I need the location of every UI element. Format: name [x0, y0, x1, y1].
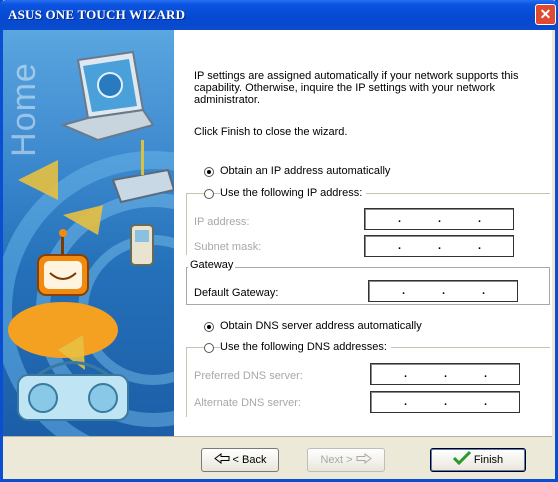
next-arrow-icon — [356, 453, 372, 464]
ip-dot: . — [444, 396, 448, 408]
dns-manual-label[interactable]: Use the following DNS addresses: — [220, 341, 391, 353]
checkmark-icon — [452, 450, 471, 466]
intro-text: IP settings are assigned automatically i… — [194, 70, 519, 106]
subnet-mask-field[interactable]: . . . — [364, 235, 514, 257]
ip-dot: . — [484, 396, 488, 408]
dns-auto-label[interactable]: Obtain DNS server address automatically — [220, 320, 422, 332]
dns-group-left-border — [186, 347, 187, 417]
default-gateway-label: Default Gateway: — [194, 287, 279, 299]
laptop-icon — [59, 50, 155, 142]
window-title: ASUS ONE TOUCH WIZARD — [8, 7, 186, 22]
ip-group-left-border — [186, 193, 187, 255]
alternate-dns-field[interactable]: . . . — [370, 391, 520, 413]
preferred-dns-label: Preferred DNS server: — [194, 370, 303, 382]
ip-auto-radio[interactable] — [204, 167, 214, 177]
ip-dot: . — [398, 240, 402, 252]
next-button-label: Next > — [320, 454, 353, 466]
button-bar: < Back Next > Finish — [3, 436, 552, 479]
dns-manual-radio[interactable] — [204, 343, 214, 353]
ip-address-label: IP address: — [194, 216, 250, 228]
home-watermark: Home — [4, 62, 43, 157]
default-gateway-field[interactable]: . . . — [368, 280, 518, 302]
finish-button[interactable]: Finish — [430, 448, 526, 472]
ip-dot: . — [404, 368, 408, 380]
ip-dot: . — [444, 368, 448, 380]
ip-manual-radio[interactable] — [204, 189, 214, 199]
ip-dot: . — [478, 240, 482, 252]
back-button-label: < Back — [232, 454, 267, 466]
ip-dot: . — [438, 240, 442, 252]
back-arrow-icon — [213, 453, 230, 464]
phone-icon — [130, 224, 154, 266]
side-illustration: Home — [3, 30, 174, 436]
ip-address-field[interactable]: . . . — [364, 208, 514, 230]
ip-dot: . — [404, 396, 408, 408]
ip-dot: . — [398, 213, 402, 225]
ip-auto-label[interactable]: Obtain an IP address automatically — [220, 165, 390, 177]
ip-manual-label[interactable]: Use the following IP address: — [220, 187, 367, 199]
next-button[interactable]: Next > — [307, 448, 385, 472]
settings-pane: IP settings are assigned automatically i… — [174, 30, 552, 436]
ip-dot: . — [402, 285, 406, 297]
gateway-group-title: Gateway — [188, 259, 236, 271]
finish-note: Click Finish to close the wizard. — [194, 126, 348, 138]
ip-dot: . — [478, 213, 482, 225]
preferred-dns-field[interactable]: . . . — [370, 363, 520, 385]
dns-auto-radio[interactable] — [204, 322, 214, 332]
finish-button-label: Finish — [473, 454, 504, 466]
alternate-dns-label: Alternate DNS server: — [194, 397, 301, 409]
close-button[interactable]: ✕ — [535, 4, 556, 25]
subnet-mask-label: Subnet mask: — [194, 241, 262, 253]
title-bar: ASUS ONE TOUCH WIZARD ✕ — [0, 0, 558, 30]
back-button[interactable]: < Back — [201, 448, 279, 472]
ip-dot: . — [482, 285, 486, 297]
ip-dot: . — [442, 285, 446, 297]
close-icon: ✕ — [539, 6, 552, 22]
ip-dot: . — [438, 213, 442, 225]
ip-dot: . — [484, 368, 488, 380]
